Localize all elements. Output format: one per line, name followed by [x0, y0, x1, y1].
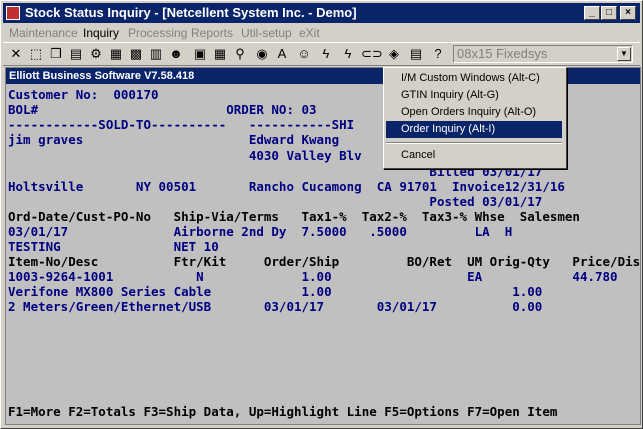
- gallery-icon[interactable]: ▩: [127, 45, 145, 63]
- font-size-value: 08x15 Fixedsys: [457, 46, 548, 61]
- menu-separator: [386, 142, 562, 144]
- app-icon: [6, 6, 20, 20]
- cut-icon[interactable]: ✕: [7, 45, 25, 63]
- calculator-icon[interactable]: ▦: [211, 45, 229, 63]
- menu-item-gtin-inquiry[interactable]: GTIN Inquiry (Alt-G): [386, 87, 562, 104]
- menu-bar: Maintenance Inquiry Processing Reports U…: [3, 24, 640, 42]
- font-size-select[interactable]: 08x15 Fixedsys ▼: [453, 45, 633, 63]
- window-title: Stock Status Inquiry - [Netcellent Syste…: [25, 5, 357, 20]
- function-key-line: F1=More F2=Totals F3=Ship Data, Up=Highl…: [8, 404, 558, 419]
- macro-icon[interactable]: ϟ: [339, 45, 357, 63]
- report-icon[interactable]: ▤: [407, 45, 425, 63]
- menu-item-open-orders-inquiry[interactable]: Open Orders Inquiry (Alt-O): [386, 104, 562, 121]
- terminal-line: 2 Meters/Green/Ethernet/USB 03/01/17 03/…: [8, 299, 543, 314]
- menu-item-order-inquiry[interactable]: Order Inquiry (Alt-I): [386, 121, 562, 138]
- toolbar: ✕ ⬚ ❐ ▤ ⚙ ▦ ▩ ▥ ☻ ▣ ▦ ⚲ ◉ A ☺ ϟ ϟ ⊂⊃ ◈ ▤…: [3, 42, 640, 66]
- terminal-line: Item-No/Desc Ftr/Kit Order/Ship BO/Ret U…: [8, 254, 641, 269]
- data-icon[interactable]: ▣: [191, 45, 209, 63]
- close-icon[interactable]: ×: [620, 6, 636, 20]
- search-icon[interactable]: ⚲: [231, 45, 249, 63]
- terminal-line: 4030 Valley Blv: [8, 148, 362, 163]
- font-icon[interactable]: A: [273, 45, 291, 63]
- user-icon[interactable]: ☺: [295, 45, 313, 63]
- inquiry-icon[interactable]: ◈: [385, 45, 403, 63]
- menu-item-im-custom-windows[interactable]: I/M Custom Windows (Alt-C): [386, 70, 562, 87]
- menu-reports[interactable]: Reports: [191, 26, 233, 40]
- web-icon[interactable]: ◉: [253, 45, 271, 63]
- menu-util-setup[interactable]: Util-setup: [241, 26, 292, 40]
- notes-icon[interactable]: ▥: [147, 45, 165, 63]
- minimize-icon[interactable]: _: [584, 6, 600, 20]
- menu-maintenance[interactable]: Maintenance: [9, 26, 78, 40]
- lightning-icon[interactable]: ϟ: [317, 45, 335, 63]
- menu-item-cancel[interactable]: Cancel: [386, 147, 562, 164]
- terminal-line: Posted 03/01/17: [8, 194, 543, 209]
- menu-exit[interactable]: eXit: [299, 26, 320, 40]
- menu-inquiry[interactable]: Inquiry: [83, 26, 119, 40]
- menu-processing[interactable]: Processing: [128, 26, 187, 40]
- user-lookup-icon[interactable]: ☻: [167, 45, 185, 63]
- chevron-down-icon[interactable]: ▼: [617, 47, 631, 61]
- select-icon[interactable]: ⬚: [27, 45, 45, 63]
- popup-menu: I/M Custom Windows (Alt-C) GTIN Inquiry …: [383, 67, 567, 169]
- terminal-line: TESTING NET 10: [8, 239, 219, 254]
- settings-icon[interactable]: ⚙: [87, 45, 105, 63]
- terminal-line: 1003-9264-1001 N 1.00 EA 44.780: [8, 269, 618, 284]
- help-icon[interactable]: ?: [429, 45, 447, 63]
- link-icon[interactable]: ⊂⊃: [361, 45, 383, 63]
- terminal-line: Holtsville NY 00501 Rancho Cucamong CA 9…: [8, 179, 565, 194]
- terminal-line: Verifone MX800 Series Cable 1.00 1.00: [8, 284, 543, 299]
- copy-icon[interactable]: ❐: [47, 45, 65, 63]
- terminal-line: Ord-Date/Cust-PO-No Ship-Via/Terms Tax1-…: [8, 209, 580, 224]
- title-bar: Stock Status Inquiry - [Netcellent Syste…: [3, 3, 640, 23]
- maximize-icon[interactable]: □: [601, 6, 617, 20]
- terminal-line: 03/01/17 Airborne 2nd Dy 7.5000 .5000 LA…: [8, 224, 513, 239]
- app-window: Stock Status Inquiry - [Netcellent Syste…: [0, 0, 643, 429]
- grid-icon[interactable]: ▦: [107, 45, 125, 63]
- paste-icon[interactable]: ▤: [67, 45, 85, 63]
